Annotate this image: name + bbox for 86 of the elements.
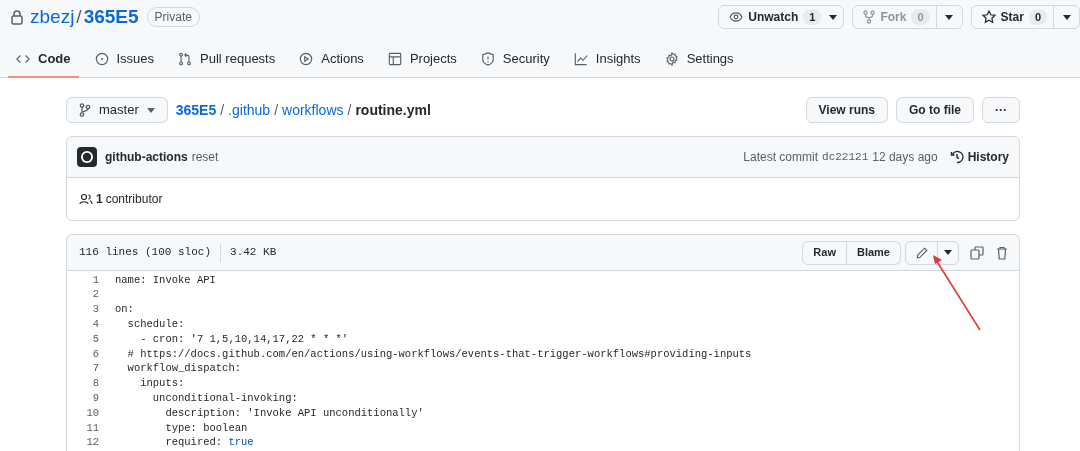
watch-button[interactable]: Unwatch 1 [719,6,844,28]
code-icon [16,52,30,66]
counter-label: 1 [803,9,822,25]
counter-label: 0 [911,9,930,25]
delete-button[interactable] [995,244,1009,261]
code-line: required: true [164,435,254,451]
line-number: 7 [91,361,99,377]
line-number: 5 [91,331,99,347]
code-line: inputs: [139,376,185,392]
line-number: 2 [91,287,99,303]
play-icon [299,52,314,66]
path-separator: / [220,100,225,120]
caret-icon [944,250,952,255]
trash-icon [996,245,1008,260]
caret-icon [146,107,155,113]
people-icon [79,193,93,205]
tab[interactable]: Code [8,42,79,78]
toolbar-button[interactable]: View runs [805,97,888,123]
tab[interactable]: Projects [379,42,465,78]
code-line: workflow_dispatch: [126,361,242,377]
owner-link[interactable]: zbezj [30,2,75,32]
toolbar-button[interactable]: Go to file [896,97,974,123]
counter-label: 0 [1028,9,1047,25]
branch-button[interactable]: master [66,97,168,123]
path-separator: / [274,100,279,120]
caret-icon [1062,14,1071,20]
code-line: unconditional-invoking: [151,390,298,406]
line-number: 11 [85,420,99,436]
toolbar-button[interactable]: Blame [846,240,901,265]
commit-sha[interactable]: dc22121 [822,148,869,166]
pull-request-icon [178,52,193,66]
code-line: - cron: '7 1,5,10,14,17,22 * * *' [139,331,349,347]
history-icon [949,150,964,164]
line-count: 116 lines (100 sloc) [79,245,212,261]
line-number: 10 [85,405,99,421]
line-number: 3 [91,302,99,318]
tab[interactable]: Issues [86,42,163,78]
star-icon [981,10,996,24]
tab[interactable]: Insights [565,42,649,78]
branch-icon [79,103,91,117]
avatar-icon [77,147,97,167]
line-number: 9 [91,390,99,406]
line-number: 12 [85,435,99,451]
shield-icon [480,52,495,66]
code-line: # https://docs.github.com/en/actions/using-workflows/events-that-trigger-workflows#providing-inputs [126,346,752,362]
history-link[interactable]: History [949,148,1009,166]
path-separator: / [347,100,352,120]
eye-icon [729,12,744,22]
toolbar-button[interactable]: ··· [982,97,1020,123]
code-line: on: [115,302,134,318]
lock-icon [10,9,24,25]
breadcrumb-link[interactable]: workflows [282,99,344,121]
tab[interactable]: Settings [656,42,742,78]
breadcrumb-link[interactable]: .github [228,99,271,121]
commit-author[interactable]: github-actions [105,148,188,166]
commit-message[interactable]: reset [191,148,219,166]
file-size: 3.42 KB [230,245,277,261]
tab[interactable]: Security [472,42,558,78]
table-icon [387,52,402,66]
caret-icon [829,14,838,20]
latest-commit-label: Latest commit [743,149,819,166]
copy-button[interactable] [969,244,985,261]
repo-link[interactable]: 365E5 [83,2,139,32]
caret-icon [945,14,954,20]
tab[interactable]: Actions [291,42,372,78]
line-number: 1 [91,272,99,288]
code-line: name: Invoke API [115,272,216,288]
line-number: 8 [91,376,99,392]
code-line: schedule: [126,316,185,332]
fork-icon [863,10,876,24]
toolbar-button[interactable]: Raw [802,240,847,265]
code-line: description: 'Invoke API unconditionally' [164,405,424,421]
breadcrumb-link[interactable]: 365E5 [175,99,217,121]
pencil-icon [915,246,928,259]
commit-time: 12 days ago [872,149,938,166]
file-name: routine.yml [355,100,431,120]
circle-dot-icon [94,52,109,66]
path-separator: / [76,4,82,29]
code-line: type: boolean [164,420,248,436]
contributors-link[interactable]: 1 contributor [79,190,163,208]
graph-icon [573,52,588,66]
copy-icon [970,245,984,260]
tab[interactable]: Pull requests [170,42,284,78]
gear-icon [664,52,679,66]
line-number: 6 [91,346,99,362]
line-number: 4 [91,316,99,332]
